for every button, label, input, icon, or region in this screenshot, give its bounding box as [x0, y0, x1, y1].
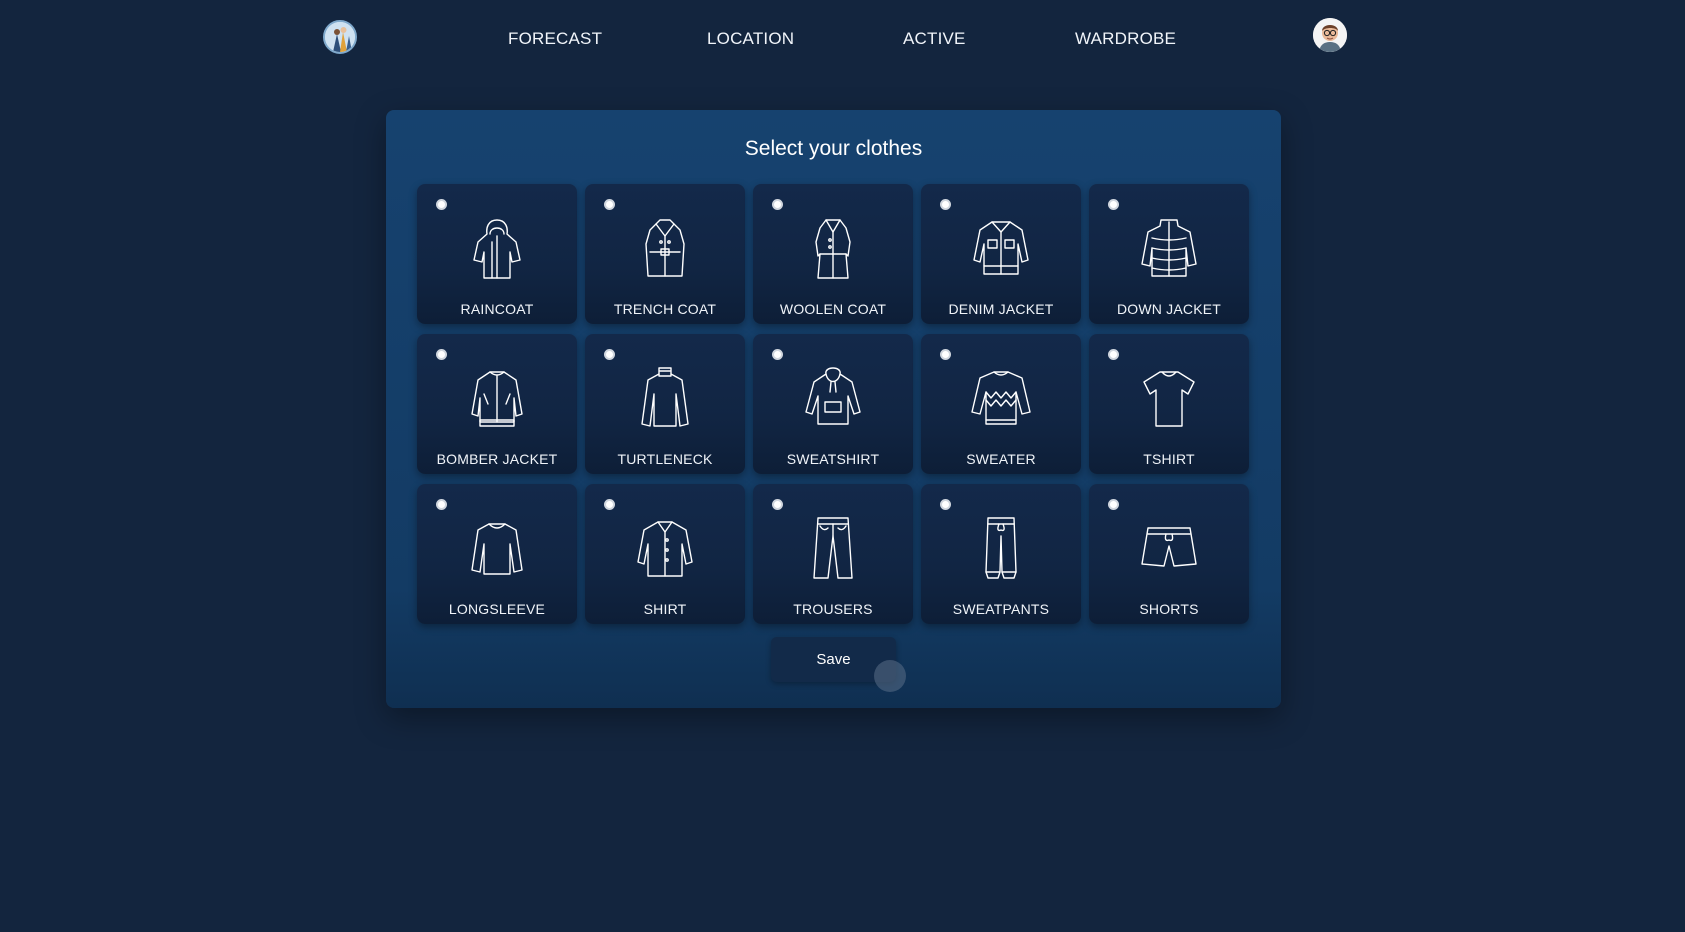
clothes-card-turtleneck[interactable]: TURTLENECK	[585, 334, 745, 474]
bomber-jacket-icon	[462, 364, 532, 434]
sweater-icon	[966, 364, 1036, 434]
clothes-card-label: WOOLEN COAT	[779, 301, 887, 317]
clothes-select-radio[interactable]	[604, 199, 615, 210]
top-navigation: FORECAST LOCATION ACTIVE WARDROBE	[0, 0, 1685, 76]
clothes-select-radio[interactable]	[772, 199, 783, 210]
clothes-card-label: RAINCOAT	[460, 301, 534, 317]
clothes-card-label: DENIM JACKET	[948, 301, 1054, 317]
clothes-card-label: TROUSERS	[793, 601, 873, 617]
clothes-card-bomber-jacket[interactable]: BOMBER JACKET	[417, 334, 577, 474]
nav-forecast[interactable]: FORECAST	[508, 29, 602, 49]
clothes-card-label: DOWN JACKET	[1116, 301, 1222, 317]
trench-coat-icon	[630, 214, 700, 284]
nav-wardrobe[interactable]: WARDROBE	[1075, 29, 1176, 49]
sweatpants-icon	[966, 514, 1036, 584]
raincoat-icon	[462, 214, 532, 284]
clothes-card-label: SWEATSHIRT	[786, 451, 880, 467]
clothes-card-sweater[interactable]: SWEATER	[921, 334, 1081, 474]
woolen-coat-icon	[798, 214, 868, 284]
clothes-card-label: SHORTS	[1139, 601, 1199, 617]
user-avatar-icon[interactable]	[1313, 18, 1347, 52]
clothes-select-radio[interactable]	[604, 499, 615, 510]
sweatshirt-icon	[798, 364, 868, 434]
clothes-select-radio[interactable]	[436, 499, 447, 510]
clothes-card-label: TSHIRT	[1143, 451, 1195, 467]
clothes-select-radio[interactable]	[436, 199, 447, 210]
clothes-card-down-jacket[interactable]: DOWN JACKET	[1089, 184, 1249, 324]
clothes-select-radio[interactable]	[604, 349, 615, 360]
clothes-card-woolen-coat[interactable]: WOOLEN COAT	[753, 184, 913, 324]
panel-title: Select your clothes	[744, 137, 923, 160]
denim-jacket-icon	[966, 214, 1036, 284]
clothes-card-longsleeve[interactable]: LONGSLEEVE	[417, 484, 577, 624]
longsleeve-icon	[462, 514, 532, 584]
clothes-card-raincoat[interactable]: RAINCOAT	[417, 184, 577, 324]
clothes-card-denim-jacket[interactable]: DENIM JACKET	[921, 184, 1081, 324]
down-jacket-icon	[1134, 214, 1204, 284]
clothes-select-radio[interactable]	[940, 199, 951, 210]
shorts-icon	[1134, 514, 1204, 584]
clothes-card-trench-coat[interactable]: TRENCH COAT	[585, 184, 745, 324]
clothes-panel: Select your clothes RAINCOAT TRENCH COAT W…	[386, 110, 1281, 708]
clothes-card-label: SWEATER	[966, 451, 1036, 467]
nav-location[interactable]: LOCATION	[707, 29, 794, 49]
clothes-select-radio[interactable]	[1108, 349, 1119, 360]
clothes-select-radio[interactable]	[772, 349, 783, 360]
clothes-card-label: SWEATPANTS	[952, 601, 1050, 617]
clothes-select-radio[interactable]	[940, 499, 951, 510]
clothes-card-trousers[interactable]: TROUSERS	[753, 484, 913, 624]
shirt-icon	[630, 514, 700, 584]
save-button[interactable]: Save	[771, 637, 896, 682]
tshirt-icon	[1134, 364, 1204, 434]
clothes-select-radio[interactable]	[940, 349, 951, 360]
clothes-card-label: TRENCH COAT	[613, 301, 717, 317]
clothes-select-radio[interactable]	[1108, 499, 1119, 510]
clothes-select-radio[interactable]	[1108, 199, 1119, 210]
trousers-icon	[798, 514, 868, 584]
clothes-card-tshirt[interactable]: TSHIRT	[1089, 334, 1249, 474]
clothes-card-label: SHIRT	[643, 601, 687, 617]
clothes-card-label: BOMBER JACKET	[436, 451, 558, 467]
clothes-card-label: LONGSLEEVE	[448, 601, 546, 617]
clothes-card-sweatshirt[interactable]: SWEATSHIRT	[753, 334, 913, 474]
turtleneck-icon	[630, 364, 700, 434]
clothes-card-sweatpants[interactable]: SWEATPANTS	[921, 484, 1081, 624]
clothes-grid: RAINCOAT TRENCH COAT WOOLEN COAT DENIM JACK…	[417, 184, 1249, 624]
clothes-select-radio[interactable]	[436, 349, 447, 360]
app-logo-icon[interactable]	[323, 20, 357, 54]
nav-active[interactable]: ACTIVE	[903, 29, 966, 49]
clothes-card-label: TURTLENECK	[617, 451, 713, 467]
clothes-card-shorts[interactable]: SHORTS	[1089, 484, 1249, 624]
clothes-select-radio[interactable]	[772, 499, 783, 510]
clothes-card-shirt[interactable]: SHIRT	[585, 484, 745, 624]
